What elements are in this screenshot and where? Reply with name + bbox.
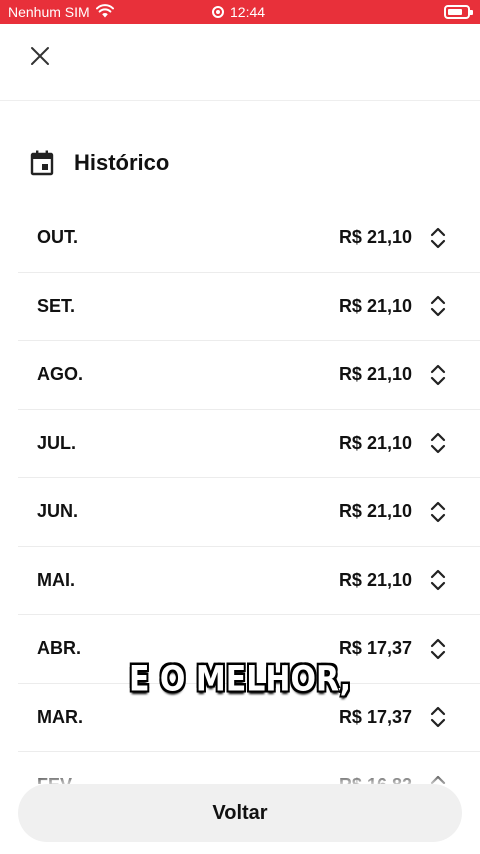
history-row[interactable]: JUN. R$ 21,10: [18, 478, 480, 547]
chevron-up-down-icon: [430, 570, 446, 591]
history-row[interactable]: OUT. R$ 21,10: [18, 204, 480, 273]
history-month: MAR.: [37, 706, 83, 727]
history-header: Histórico: [30, 150, 169, 176]
battery-icon: [444, 5, 473, 19]
history-month: ABR.: [37, 638, 81, 659]
history-list[interactable]: OUT. R$ 21,10 SET. R$ 21,10 AGO. R$ 21,10 JUL.…: [18, 204, 480, 784]
history-amount: R$ 17,37: [338, 706, 412, 727]
section-title: Histórico: [74, 150, 170, 175]
back-button[interactable]: Voltar: [18, 784, 462, 842]
history-amount: R$ 21,10: [338, 295, 412, 316]
history-row[interactable]: FEV.R$ 16,82: [18, 752, 480, 784]
wifi-icon: [96, 4, 114, 18]
chevron-up-down-icon: [430, 296, 446, 317]
chevron-up-down-icon: [430, 227, 446, 248]
chevron-up-down-icon: [430, 364, 446, 385]
calendar-icon: [30, 150, 54, 176]
history-month: JUN.: [37, 501, 79, 522]
chevron-up-down-icon: [430, 775, 446, 784]
history-row[interactable]: MAR. R$ 17,37: [18, 684, 480, 752]
history-month: MAI.: [37, 569, 75, 590]
history-amount: R$ 21,10: [338, 432, 412, 453]
history-month: AGO.: [37, 364, 84, 385]
history-row[interactable]: MAI. R$ 21,10: [18, 547, 480, 615]
history-amount: R$ 16,82: [339, 775, 412, 784]
history-row[interactable]: AGO. R$ 21,10: [18, 341, 480, 410]
history-month: SET.: [37, 295, 76, 316]
footer: Voltar: [0, 784, 480, 854]
carrier-label: Nenhum SIM: [8, 4, 90, 20]
history-amount: R$ 21,10: [338, 364, 412, 385]
history-month: FEV.: [37, 775, 339, 784]
chevron-up-down-icon: [430, 638, 446, 659]
history-amount: R$ 17,37: [338, 638, 412, 659]
history-amount: R$ 21,10: [338, 569, 412, 590]
history-month: JUL.: [37, 432, 77, 453]
status-bar: Nenhum SIM 12:44: [0, 0, 480, 24]
close-button[interactable]: [22, 38, 58, 74]
time-label: 12:44: [230, 4, 266, 20]
history-row[interactable]: ABR. R$ 17,37: [18, 615, 480, 684]
history-amount: R$ 21,10: [338, 501, 412, 522]
chevron-up-down-icon: [430, 707, 446, 728]
chevron-up-down-icon: [430, 433, 446, 454]
history-month: OUT.: [37, 227, 79, 248]
chevron-up-down-icon: [430, 501, 446, 522]
top-bar: [0, 24, 480, 101]
close-icon: [31, 47, 49, 65]
history-amount: R$ 21,10: [338, 227, 412, 248]
history-row[interactable]: JUL. R$ 21,10: [18, 410, 480, 478]
clock: 12:44: [212, 4, 265, 20]
history-row[interactable]: SET. R$ 21,10: [18, 273, 480, 341]
alarm-icon: [212, 6, 224, 18]
